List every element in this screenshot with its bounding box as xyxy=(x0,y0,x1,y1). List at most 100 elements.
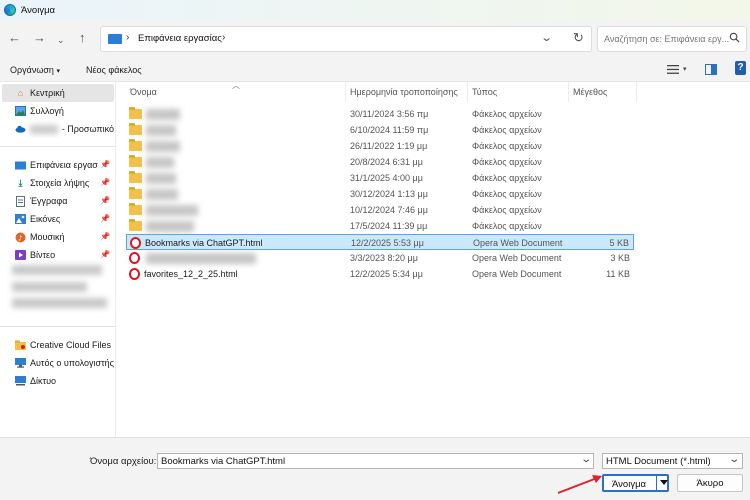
redacted-file-name[interactable] xyxy=(146,221,194,232)
opera-document-icon xyxy=(129,268,140,280)
column-header-date[interactable]: Ημερομηνία τροποποίησης xyxy=(350,87,458,97)
filename-dropdown-icon[interactable]: ⌄ xyxy=(580,454,592,465)
sidebar-item-network[interactable]: Δίκτυο xyxy=(2,372,114,390)
sidebar-item-documents[interactable]: Έγγραφα 📌 xyxy=(2,192,114,210)
table-row[interactable]: 26/11/2022 1:19 μμ Φάκελος αρχείων xyxy=(126,138,634,154)
open-button[interactable]: Άνοιγμα xyxy=(602,474,669,492)
help-icon[interactable]: ? xyxy=(735,61,746,75)
forward-arrow-icon[interactable]: → xyxy=(33,31,46,45)
column-header-type[interactable]: Τύπος xyxy=(472,87,497,97)
table-row[interactable]: 10/12/2024 7:46 μμ Φάκελος αρχείων xyxy=(126,202,634,218)
table-row[interactable]: 17/5/2024 11:39 μμ Φάκελος αρχείων xyxy=(126,218,634,234)
sidebar-item-desktop[interactable]: Επιφάνεια εργασ 📌 xyxy=(2,156,114,174)
table-row[interactable]: 3/3/2023 8:20 μμ Opera Web Document 3 KB xyxy=(126,250,634,266)
filename-value[interactable]: Bookmarks via ChatGPT.html xyxy=(161,456,285,467)
sidebar-item-label: Δίκτυο xyxy=(30,376,56,386)
pin-icon[interactable]: 📌 xyxy=(100,232,110,241)
sidebar-item-label: Στοιχεία λήψης xyxy=(30,178,90,188)
column-header-size[interactable]: Μέγεθος xyxy=(573,87,607,97)
sidebar-item-this-pc[interactable]: Αυτός ο υπολογιστής xyxy=(2,354,114,372)
sidebar-item-home[interactable]: ⌂ Κεντρική xyxy=(2,84,114,102)
recent-locations-chevron-icon[interactable]: ⌄ xyxy=(57,33,65,47)
file-type: Φάκελος αρχείων xyxy=(472,221,542,231)
address-bar[interactable]: › Επιφάνεια εργασίας › ⌄ ↻ xyxy=(100,26,592,52)
sidebar-item-music[interactable]: ♪ Μουσική 📌 xyxy=(2,228,114,246)
sidebar-item-onedrive[interactable]: - Προσωπικό xyxy=(2,120,114,138)
pin-icon[interactable]: 📌 xyxy=(100,160,110,169)
pin-icon[interactable]: 📌 xyxy=(100,196,110,205)
file-type: Φάκελος αρχείων xyxy=(472,125,542,135)
breadcrumb-separator-icon[interactable]: › xyxy=(222,32,225,43)
redacted-file-name[interactable] xyxy=(146,125,176,136)
file-date: 12/2/2025 5:53 μμ xyxy=(351,238,424,248)
redacted-file-name[interactable] xyxy=(146,205,198,216)
file-name[interactable]: favorites_12_2_25.html xyxy=(144,269,238,279)
view-dropdown-icon[interactable]: ▾ xyxy=(683,65,687,73)
folder-icon xyxy=(129,187,142,199)
file-date: 3/3/2023 8:20 μμ xyxy=(350,253,418,263)
up-arrow-icon[interactable]: ↑ xyxy=(79,31,86,45)
table-row[interactable]: 30/11/2024 3:56 πμ Φάκελος αρχείων xyxy=(126,106,634,122)
search-icon[interactable] xyxy=(729,32,740,43)
refresh-icon[interactable]: ↻ xyxy=(573,30,584,46)
breadcrumb-location[interactable]: Επιφάνεια εργασίας xyxy=(138,33,222,44)
table-row[interactable]: favorites_12_2_25.html 12/2/2025 5:34 μμ O… xyxy=(126,266,634,282)
file-date: 20/8/2024 6:31 μμ xyxy=(350,157,423,167)
pin-icon[interactable]: 📌 xyxy=(100,250,110,259)
redacted-file-name[interactable] xyxy=(146,141,180,152)
redacted-file-name[interactable] xyxy=(146,173,176,184)
sidebar-item-downloads[interactable]: ⤓ Στοιχεία λήψης 📌 xyxy=(2,174,114,192)
address-dropdown-chevron-icon[interactable]: ⌄ xyxy=(540,31,553,44)
file-name[interactable]: Bookmarks via ChatGPT.html xyxy=(145,238,263,248)
sidebar-item-label: Έγγραφα xyxy=(30,196,68,206)
column-divider[interactable] xyxy=(636,82,637,102)
table-row[interactable]: 20/8/2024 6:31 μμ Φάκελος αρχείων xyxy=(126,154,634,170)
breadcrumb-separator-icon[interactable]: › xyxy=(126,32,129,43)
table-row[interactable]: 6/10/2024 11:59 πμ Φάκελος αρχείων xyxy=(126,122,634,138)
back-arrow-icon[interactable]: ← xyxy=(8,31,21,45)
redacted-file-name[interactable] xyxy=(146,189,178,200)
redacted-sidebar-item[interactable] xyxy=(12,282,87,292)
open-options-dropdown-icon[interactable] xyxy=(660,480,668,485)
view-options-icon[interactable] xyxy=(667,64,679,75)
home-icon: ⌂ xyxy=(17,88,24,98)
table-row[interactable]: 30/12/2024 1:13 μμ Φάκελος αρχείων xyxy=(126,186,634,202)
file-type: Φάκελος αρχείων xyxy=(472,189,542,199)
table-row[interactable]: 31/1/2025 4:00 μμ Φάκελος αρχείων xyxy=(126,170,634,186)
column-header-name[interactable]: Όνομα xyxy=(130,87,157,97)
sidebar-item-videos[interactable]: Βίντεο 📌 xyxy=(2,246,114,264)
sidebar-item-pictures[interactable]: Εικόνες 📌 xyxy=(2,210,114,228)
cancel-button[interactable]: Άκυρο xyxy=(677,474,743,492)
sidebar-item-label: Επιφάνεια εργασ xyxy=(30,160,98,170)
new-folder-button[interactable]: Νέος φάκελος xyxy=(86,65,142,75)
command-bar: Οργάνωση ▾ Νέος φάκελος ▾ ? xyxy=(0,58,750,82)
column-divider[interactable] xyxy=(467,82,468,102)
redacted-sidebar-item[interactable] xyxy=(12,265,102,275)
filetype-dropdown-icon[interactable]: ⌄ xyxy=(728,454,740,465)
folder-icon xyxy=(129,123,142,135)
opera-document-icon xyxy=(129,252,140,264)
redacted-sidebar-item[interactable] xyxy=(12,298,107,308)
sidebar-item-label: Creative Cloud Files P xyxy=(30,340,114,350)
redacted-file-name[interactable] xyxy=(146,253,256,264)
sidebar-item-label: - Προσωπικό xyxy=(61,124,114,134)
sidebar-item-gallery[interactable]: Συλλογή xyxy=(2,102,114,120)
pin-icon[interactable]: 📌 xyxy=(100,214,110,223)
filename-input[interactable]: Bookmarks via ChatGPT.html ⌄ xyxy=(157,453,594,469)
filetype-select[interactable]: HTML Document (*.html) ⌄ xyxy=(602,453,743,469)
pin-icon[interactable]: 📌 xyxy=(100,178,110,187)
organize-menu[interactable]: Οργάνωση ▾ xyxy=(10,65,60,75)
column-divider[interactable] xyxy=(345,82,346,102)
file-type: Opera Web Document xyxy=(473,238,563,248)
column-divider[interactable] xyxy=(568,82,569,102)
desktop-folder-icon xyxy=(108,34,122,44)
table-row[interactable]: Bookmarks via ChatGPT.html 12/2/2025 5:53… xyxy=(126,234,634,250)
download-icon: ⤓ xyxy=(18,177,23,188)
filetype-value[interactable]: HTML Document (*.html) xyxy=(606,456,711,467)
search-input[interactable]: Αναζήτηση σε: Επιφάνεια εργ... xyxy=(604,34,729,44)
search-box[interactable]: Αναζήτηση σε: Επιφάνεια εργ... xyxy=(597,26,747,52)
redacted-file-name[interactable] xyxy=(146,109,180,120)
preview-pane-icon[interactable] xyxy=(705,64,717,75)
sidebar-item-creative-cloud[interactable]: Creative Cloud Files P xyxy=(2,336,114,354)
redacted-file-name[interactable] xyxy=(146,157,174,168)
